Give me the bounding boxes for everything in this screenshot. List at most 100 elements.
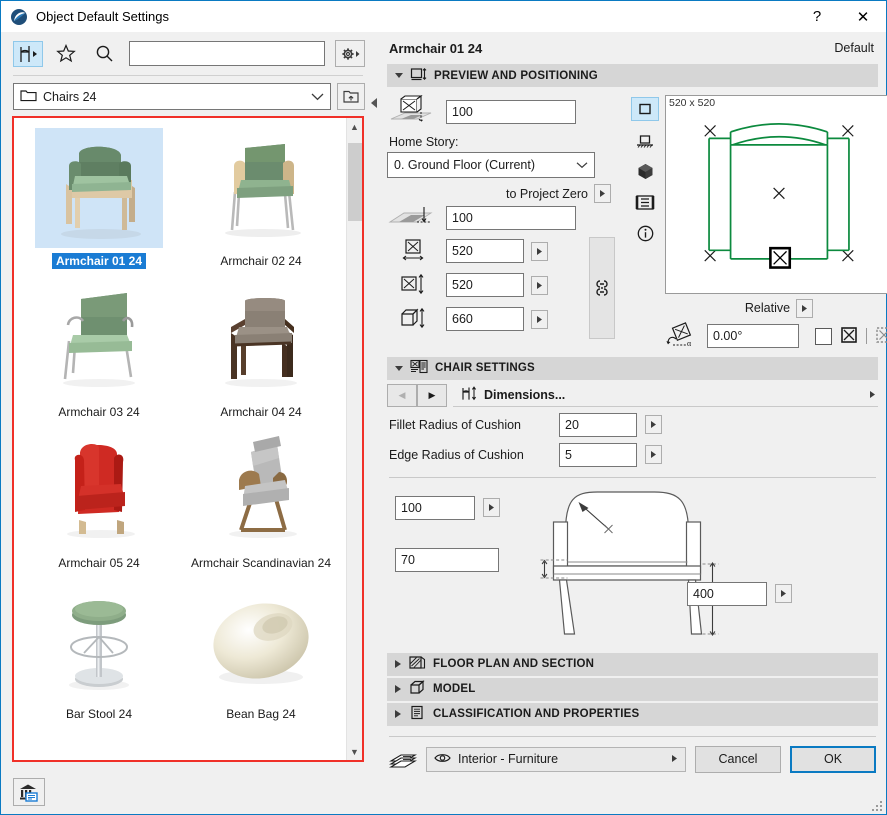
library-manager-icon[interactable] xyxy=(13,778,45,806)
next-page-button[interactable]: ▶ xyxy=(417,384,447,407)
height-input[interactable] xyxy=(446,307,524,331)
scroll-down-arrow[interactable]: ▼ xyxy=(347,743,363,760)
depth-input[interactable] xyxy=(446,273,524,297)
height-row xyxy=(387,305,583,333)
width-popup-button[interactable] xyxy=(531,242,548,261)
view-mode-icons xyxy=(631,95,659,351)
section-floor-plan-and-section[interactable]: FLOOR PLAN AND SECTION xyxy=(387,653,878,676)
settings-divider xyxy=(389,477,876,478)
elevation-view-icon[interactable] xyxy=(631,128,659,152)
section-title: FLOOR PLAN AND SECTION xyxy=(433,658,594,670)
info-icon[interactable] xyxy=(631,221,659,245)
help-button[interactable]: ? xyxy=(794,1,840,32)
object-item-armchair-scandinavian[interactable]: Armchair Scandinavian 24 xyxy=(180,426,342,577)
folder-icon xyxy=(20,88,37,105)
elevation-row xyxy=(387,95,615,129)
project-zero-input[interactable] xyxy=(446,206,576,230)
window-title: Object Default Settings xyxy=(36,9,169,24)
depth-popup-button[interactable] xyxy=(531,276,548,295)
object-item-bean-bag[interactable]: Bean Bag 24 xyxy=(180,577,342,728)
object-item-armchair-01[interactable]: Armchair 01 24 xyxy=(18,124,180,275)
browser-footer xyxy=(1,770,375,814)
edge-radius-popup-button[interactable] xyxy=(645,445,662,464)
project-zero-row: to Project Zero xyxy=(387,184,611,203)
mirror-x-icon[interactable] xyxy=(840,326,858,347)
browser-toolbar xyxy=(1,32,375,73)
project-zero-popup-button[interactable] xyxy=(594,184,611,203)
search-icon[interactable] xyxy=(89,41,119,67)
star-icon[interactable] xyxy=(51,41,81,67)
width-input[interactable] xyxy=(446,239,524,263)
seat-height-popup-button[interactable] xyxy=(775,584,792,603)
elevation-input[interactable] xyxy=(446,100,576,124)
fillet-radius-input[interactable] xyxy=(559,413,637,437)
object-label: Armchair 05 24 xyxy=(54,555,143,571)
link-proportions-icon[interactable] xyxy=(589,237,615,339)
project-zero-input-row xyxy=(387,205,615,231)
scroll-thumb[interactable] xyxy=(348,143,362,221)
prev-page-button[interactable]: ◀ xyxy=(387,384,417,407)
seat-height-input[interactable] xyxy=(687,582,767,606)
section-preview-positioning[interactable]: PREVIEW AND POSITIONING xyxy=(387,64,878,87)
object-thumbnail xyxy=(197,279,325,399)
cancel-button[interactable]: Cancel xyxy=(695,746,781,773)
chevron-right-icon xyxy=(395,660,401,668)
object-item-armchair-03[interactable]: Armchair 03 24 xyxy=(18,275,180,426)
folder-name: Chairs 24 xyxy=(43,90,305,104)
object-item-armchair-04[interactable]: Armchair 04 24 xyxy=(180,275,342,426)
pane-divider[interactable] xyxy=(375,32,377,814)
project-zero-icon xyxy=(387,205,439,231)
search-input[interactable] xyxy=(129,41,325,66)
dialog-footer: Interior - Furniture Cancel OK xyxy=(387,737,878,783)
chevron-down-icon xyxy=(311,90,324,104)
section-chair-settings[interactable]: CHAIR SETTINGS xyxy=(387,357,878,380)
resize-grip[interactable] xyxy=(871,800,883,812)
width-row xyxy=(387,237,583,265)
rotation-row: α xyxy=(665,322,887,351)
preview-area: 520 x 520 xyxy=(631,95,887,351)
layers-icon[interactable] xyxy=(389,747,417,772)
filmstrip-icon[interactable] xyxy=(631,190,659,214)
seat-thickness-input[interactable] xyxy=(395,548,499,572)
object-label: Armchair 03 24 xyxy=(54,404,143,420)
model-cube-icon xyxy=(408,680,426,698)
folder-up-icon[interactable] xyxy=(337,83,365,110)
edge-radius-input[interactable] xyxy=(559,443,637,467)
object-item-armchair-05[interactable]: Armchair 05 24 xyxy=(18,426,180,577)
fillet-radius-popup-button[interactable] xyxy=(645,415,662,434)
ok-button[interactable]: OK xyxy=(790,746,876,773)
home-story-dropdown[interactable]: 0. Ground Floor (Current) xyxy=(387,152,595,178)
scroll-up-arrow[interactable]: ▲ xyxy=(347,118,363,135)
rotation-input[interactable] xyxy=(707,324,799,348)
object-item-armchair-02[interactable]: Armchair 02 24 xyxy=(180,124,342,275)
edge-radius-row: Edge Radius of Cushion xyxy=(389,443,878,467)
layer-popup-button[interactable] xyxy=(671,752,678,766)
height-popup-button[interactable] xyxy=(531,310,548,329)
mirror-checkbox[interactable] xyxy=(815,328,832,345)
backrest-radius-input[interactable] xyxy=(395,496,475,520)
layer-dropdown[interactable]: Interior - Furniture xyxy=(426,747,686,772)
page-popup-button[interactable] xyxy=(866,385,878,404)
chair-tool-icon[interactable] xyxy=(13,41,43,67)
gear-icon[interactable] xyxy=(335,40,365,67)
current-page-selector[interactable]: Dimensions... xyxy=(453,384,878,407)
relative-popup-button[interactable] xyxy=(796,299,813,318)
2d-preview[interactable]: 520 x 520 xyxy=(665,95,887,294)
folder-dropdown[interactable]: Chairs 24 xyxy=(13,83,331,110)
browser-scrollbar[interactable]: ▲ ▼ xyxy=(346,118,362,760)
scroll-track[interactable] xyxy=(347,135,363,743)
mirror-y-icon[interactable] xyxy=(875,326,887,347)
preview-positioning-body: Home Story: 0. Ground Floor (Current) to… xyxy=(387,89,878,353)
object-default-settings-dialog: Object Default Settings ? ✕ xyxy=(0,0,887,815)
object-thumbnail xyxy=(197,581,325,701)
3d-view-icon[interactable] xyxy=(631,159,659,183)
backrest-radius-popup-button[interactable] xyxy=(483,498,500,517)
section-classification-and-properties[interactable]: CLASSIFICATION AND PROPERTIES xyxy=(387,703,878,726)
close-button[interactable]: ✕ xyxy=(840,1,886,32)
relative-row: Relative xyxy=(665,299,887,318)
edge-radius-label: Edge Radius of Cushion xyxy=(389,448,559,462)
2d-symbol-icon[interactable] xyxy=(631,97,659,121)
svg-text:α: α xyxy=(687,339,692,348)
section-model[interactable]: MODEL xyxy=(387,678,878,701)
object-item-bar-stool[interactable]: Bar Stool 24 xyxy=(18,577,180,728)
